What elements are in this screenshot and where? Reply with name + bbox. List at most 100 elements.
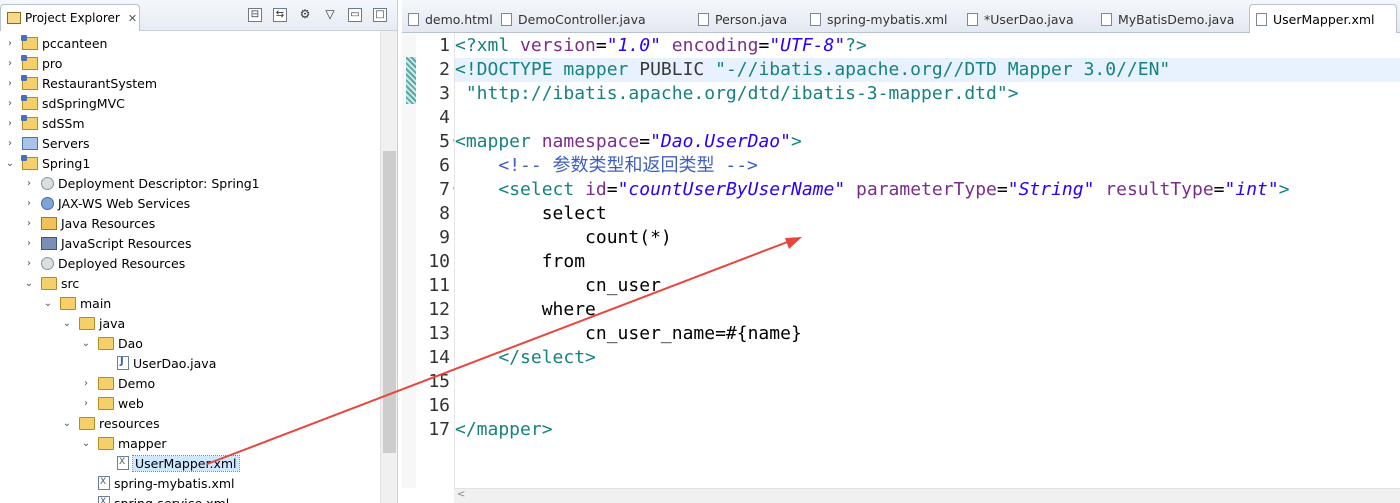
tree-item[interactable]: › Demo — [80, 373, 155, 393]
editor-tab[interactable]: demo.html — [402, 6, 493, 33]
tree-item-label: JavaScript Resources — [61, 235, 192, 251]
code-line[interactable]: select — [455, 202, 607, 226]
collapsed-chevron-icon[interactable]: › — [4, 58, 16, 69]
expanded-chevron-icon[interactable]: ⌄ — [4, 158, 16, 169]
code-line[interactable]: count(*) — [455, 226, 672, 250]
code-line[interactable]: cn_user_name=#{name} — [455, 322, 802, 346]
tree-item[interactable]: ⌄ main — [42, 293, 111, 313]
tree-item[interactable]: ⌄ src — [23, 273, 79, 293]
explorer-toolbar: ⊟ ⇆ ⚙ ▽ ▭ □ — [248, 8, 387, 22]
tree-scrollbar-thumb[interactable] — [383, 151, 396, 453]
tree-item[interactable]: › pro — [4, 53, 62, 73]
collapsed-chevron-icon[interactable]: › — [4, 78, 16, 89]
tree-item[interactable]: spring-mybatis.xml — [80, 473, 235, 493]
folder-icon — [98, 396, 114, 410]
tree-item-label: JAX-WS Web Services — [58, 195, 191, 211]
tree-item[interactable]: › JAX-WS Web Services — [23, 193, 190, 213]
expanded-chevron-icon[interactable]: ⌄ — [80, 438, 92, 449]
tree-item-label: pccanteen — [42, 35, 108, 51]
expanded-chevron-icon[interactable]: ⌄ — [61, 318, 73, 329]
code-token: <select — [498, 179, 586, 200]
code-line[interactable]: <!-- 参数类型和返回类型 --> — [455, 154, 758, 178]
xml-editor: demo.html DemoController.java Person.java s… — [402, 0, 1400, 503]
tree-item[interactable]: › Java Resources — [23, 213, 155, 233]
collapsed-chevron-icon[interactable]: › — [23, 258, 35, 269]
tree-item[interactable]: › RestaurantSystem — [4, 73, 157, 93]
code-line[interactable]: <?xml version="1.0" encoding="UTF-8"?> — [455, 34, 867, 58]
collapsed-chevron-icon[interactable]: › — [23, 198, 35, 209]
code-line[interactable]: </select> — [455, 346, 596, 370]
code-token: = — [595, 35, 607, 56]
link-with-editor-icon[interactable]: ⇆ — [273, 8, 287, 22]
collapsed-chevron-icon[interactable]: › — [80, 378, 92, 389]
js-icon — [41, 236, 57, 250]
tree-item[interactable]: › Deployment Descriptor: Spring1 — [23, 173, 260, 193]
editor-tab[interactable]: DemoController.java — [495, 6, 646, 33]
tree-item[interactable]: spring-service.xml — [80, 493, 229, 503]
code-token: id — [585, 179, 607, 200]
tree-item[interactable]: UserMapper.xml — [99, 453, 240, 473]
tree-item-label: web — [118, 395, 144, 411]
tree-item[interactable]: › web — [80, 393, 144, 413]
tab-project-explorer[interactable]: Project Explorer ✕ — [0, 4, 140, 31]
code-line[interactable]: cn_user — [455, 274, 661, 298]
line-number-gutter: 1234567891011121314151617⊖⊖ — [416, 33, 460, 488]
tree-vertical-scrollbar[interactable] — [380, 31, 397, 503]
tree-item[interactable]: › pccanteen — [4, 33, 107, 53]
expanded-chevron-icon[interactable]: ⌄ — [61, 418, 73, 429]
collapsed-chevron-icon[interactable]: › — [4, 118, 16, 129]
file-icon — [408, 13, 419, 26]
editor-tab[interactable]: MyBatisDemo.java — [1095, 6, 1234, 33]
editor-tab[interactable]: UserMapper.xml — [1249, 4, 1397, 33]
code-token: "1.0" — [606, 35, 661, 56]
collapsed-chevron-icon[interactable]: › — [80, 398, 92, 409]
expanded-chevron-icon[interactable]: ⌄ — [23, 278, 35, 289]
maximize-icon[interactable]: □ — [373, 8, 387, 22]
code-token: = — [1213, 179, 1225, 200]
collapsed-chevron-icon[interactable]: › — [23, 238, 35, 249]
expanded-chevron-icon[interactable]: ⌄ — [42, 298, 54, 309]
code-area[interactable]: <?xml version="1.0" encoding="UTF-8"?> <!… — [454, 33, 1400, 488]
code-line[interactable]: <select id="countUserByUserName" paramet… — [455, 178, 1289, 202]
code-line[interactable]: <!DOCTYPE mapper PUBLIC "-//ibatis.apach… — [455, 58, 1400, 82]
collapsed-chevron-icon[interactable]: › — [4, 98, 16, 109]
editor-tab[interactable]: *UserDao.java — [961, 6, 1074, 33]
tree-item[interactable]: ⌄ Dao — [80, 333, 143, 353]
tree-item[interactable]: ⌄ java — [61, 313, 125, 333]
tree-item[interactable]: UserDao.java — [99, 353, 216, 373]
tree-item-label: java — [99, 315, 126, 331]
collapsed-chevron-icon[interactable]: › — [4, 38, 16, 49]
code-line[interactable]: where — [455, 298, 596, 322]
tree-item[interactable]: › sdSpringMVC — [4, 93, 125, 113]
code-line[interactable]: "http://ibatis.apache.org/dtd/ibatis-3-m… — [455, 82, 1019, 106]
tree-item[interactable]: › Deployed Resources — [23, 253, 185, 273]
filter-icon[interactable]: ⚙ — [298, 8, 312, 22]
close-icon[interactable]: ✕ — [128, 12, 137, 25]
file-icon — [810, 13, 821, 26]
collapsed-chevron-icon[interactable]: › — [23, 218, 35, 229]
editor-tab-label: UserMapper.xml — [1273, 11, 1375, 27]
overview-ruler — [402, 33, 416, 488]
code-line[interactable]: </mapper> — [455, 418, 553, 442]
minimize-icon[interactable]: ▭ — [348, 8, 362, 22]
code-line[interactable]: <mapper namespace="Dao.UserDao"> — [455, 130, 802, 154]
server-icon — [22, 136, 38, 150]
editor-horizontal-scrollbar[interactable]: < — [454, 488, 1400, 503]
tree-item[interactable]: ⌄ resources — [61, 413, 160, 433]
folder-icon — [79, 316, 95, 330]
tree-item[interactable]: › sdSSm — [4, 113, 85, 133]
collapsed-chevron-icon[interactable]: › — [4, 138, 16, 149]
scroll-left-icon[interactable]: < — [457, 489, 465, 500]
view-menu-icon[interactable]: ▽ — [323, 8, 337, 22]
expanded-chevron-icon[interactable]: ⌄ — [80, 338, 92, 349]
tree-item[interactable]: ⌄ Spring1 — [4, 153, 90, 173]
tree-item[interactable]: › Servers — [4, 133, 90, 153]
editor-tab[interactable]: spring-mybatis.xml — [804, 6, 948, 33]
tree-item[interactable]: ⌄ mapper — [80, 433, 167, 453]
tree-item[interactable]: › JavaScript Resources — [23, 233, 191, 253]
collapse-all-icon[interactable]: ⊟ — [248, 8, 262, 22]
collapsed-chevron-icon[interactable]: › — [23, 178, 35, 189]
editor-tab[interactable]: Person.java — [692, 6, 787, 33]
code-token: from — [455, 251, 586, 272]
code-line[interactable]: from — [455, 250, 585, 274]
